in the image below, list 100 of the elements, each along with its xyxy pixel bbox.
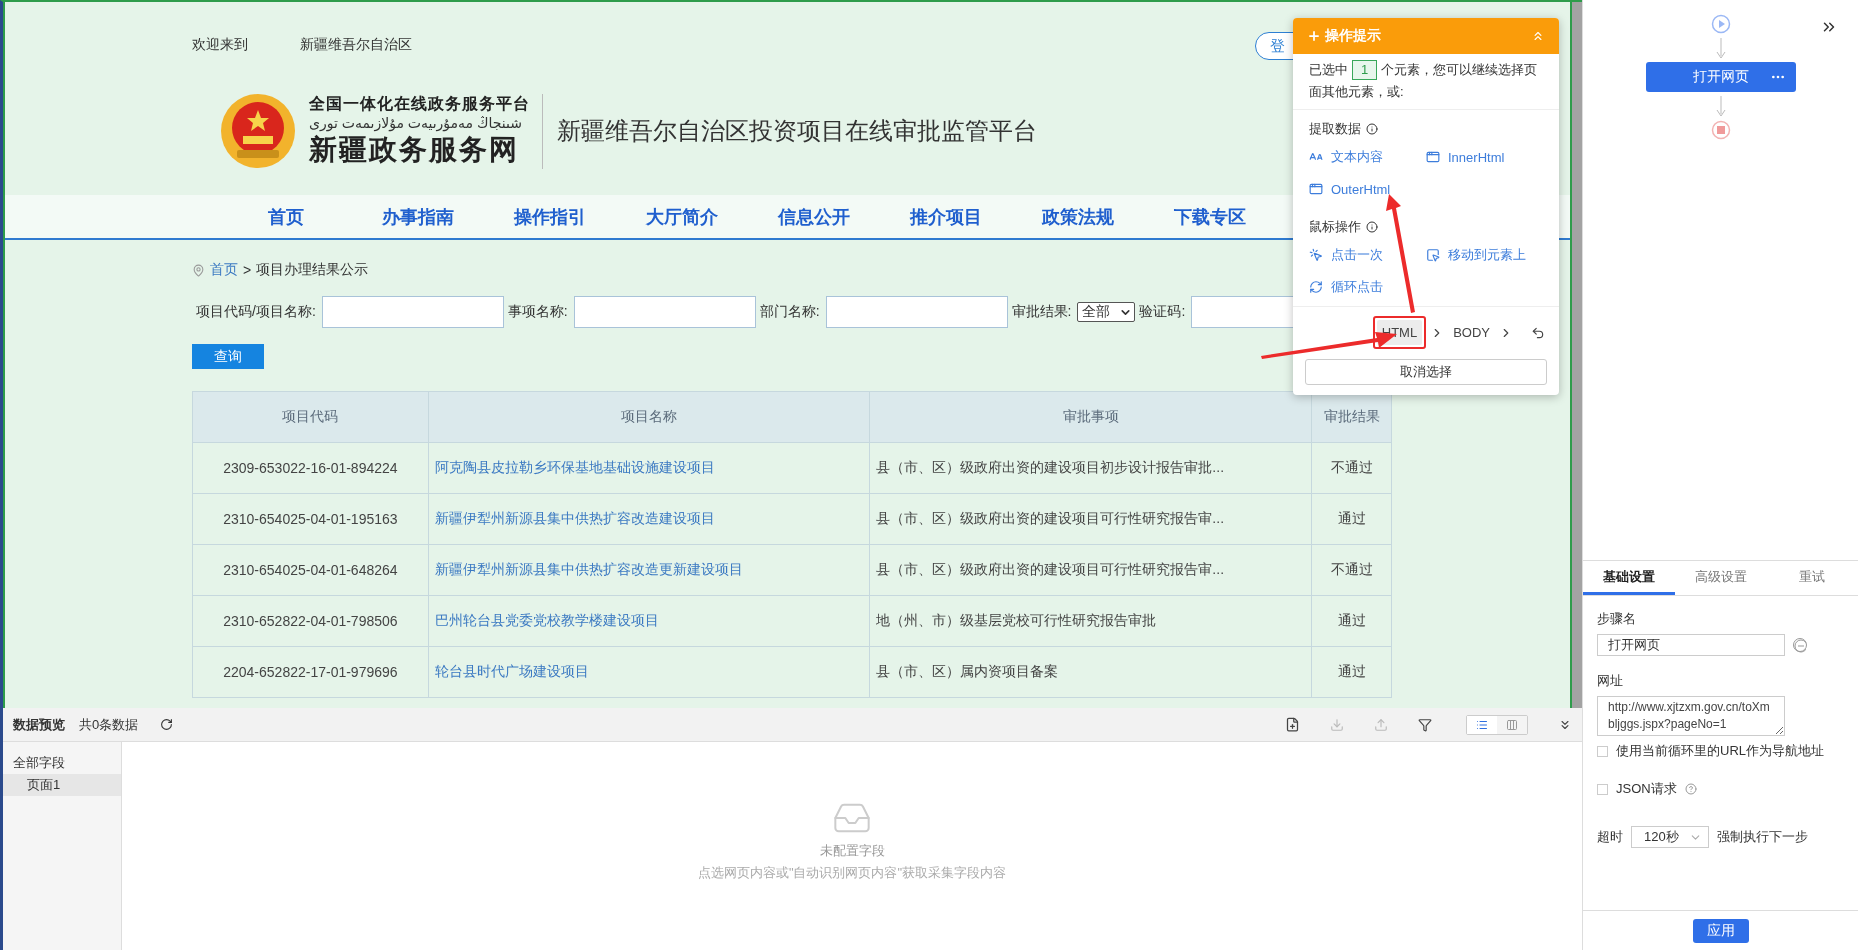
- settings-tab[interactable]: 高级设置: [1674, 561, 1767, 595]
- checkbox[interactable]: [1597, 745, 1608, 757]
- cancel-button[interactable]: 取消选择: [1305, 359, 1547, 385]
- field-label: 审批结果:: [1011, 303, 1072, 321]
- tree-item[interactable]: 页面1: [3, 774, 121, 796]
- window-icon: [1426, 150, 1440, 164]
- field-label: 超时: [1597, 828, 1623, 846]
- refresh-icon[interactable]: [160, 718, 174, 731]
- action-link[interactable]: 循环点击: [1309, 274, 1426, 300]
- input-field[interactable]: [825, 296, 1008, 328]
- empty-hint: 点选网页内容或"自动识别网页内容"获取采集字段内容: [697, 864, 1007, 882]
- breadcrumb-current: 项目办理结果公示: [256, 261, 369, 279]
- upload-icon[interactable]: [1374, 717, 1388, 732]
- view-switch[interactable]: [1466, 714, 1528, 735]
- tree-item[interactable]: 全部字段: [3, 752, 121, 774]
- home-link[interactable]: 首页: [210, 261, 238, 279]
- help-icon[interactable]: [1684, 783, 1697, 795]
- project-link[interactable]: 轮台县时代广场建设项目: [434, 663, 589, 679]
- nav-link[interactable]: 信息公开: [748, 204, 880, 229]
- field-label: 部门名称:: [759, 303, 820, 321]
- table-cell: 县（市、区）属内资项目备案: [869, 646, 1312, 698]
- connector-arrow: [1715, 36, 1726, 60]
- nav-link[interactable]: 大厅简介: [616, 204, 748, 229]
- welcome-text: 欢迎来到: [192, 36, 248, 54]
- undo-icon[interactable]: [1531, 325, 1545, 340]
- columns-icon: [1506, 718, 1518, 731]
- query-button[interactable]: 查询: [192, 344, 264, 369]
- checkbox-label: 使用当前循环里的URL作为导航地址: [1616, 742, 1824, 760]
- input-field[interactable]: [573, 296, 756, 328]
- window-icon: [1309, 182, 1323, 196]
- section-title: 提取数据: [1309, 120, 1361, 138]
- info-icon: [1366, 221, 1378, 233]
- field-label: 网址: [1597, 672, 1624, 690]
- table-cell: 2309-653022-16-01-894224: [192, 442, 429, 494]
- scrollbar[interactable]: [1572, 2, 1582, 708]
- click-icon: [1309, 248, 1323, 262]
- project-link[interactable]: 新疆伊犁州新源县集中供热扩容改造更新建设项目: [434, 561, 743, 577]
- add-file-icon[interactable]: [1285, 717, 1300, 732]
- nav-link[interactable]: 推介项目: [880, 204, 1012, 229]
- table-cell: 不通过: [1311, 442, 1392, 494]
- input-field[interactable]: [321, 296, 504, 328]
- api-icon[interactable]: [1794, 639, 1806, 653]
- info-icon: [1366, 123, 1378, 135]
- filter-icon[interactable]: [1418, 717, 1432, 732]
- checkbox[interactable]: [1597, 783, 1608, 795]
- checkbox-label: JSON请求: [1616, 780, 1677, 798]
- url-field[interactable]: http://www.xjtzxm.gov.cn/toXmbljggs.jspx?pageNo=1: [1597, 696, 1785, 736]
- pointer-icon: [1426, 248, 1440, 262]
- region-text: 新疆维吾尔自治区: [300, 36, 412, 54]
- loop-icon: [1309, 280, 1323, 294]
- table-cell: 县（市、区）级政府出资的建设项目可行性研究报告审...: [869, 493, 1312, 545]
- section-title: 鼠标操作: [1309, 218, 1361, 236]
- table-cell: 2310-654025-04-01-648264: [192, 544, 429, 596]
- settings-tab[interactable]: 重试: [1766, 561, 1858, 595]
- breadcrumb-separator: >: [243, 262, 252, 278]
- table-cell: 2310-654025-04-01-195163: [192, 493, 429, 545]
- column-header: 项目代码: [192, 391, 429, 443]
- logo-name: 新疆政务服务网: [309, 132, 519, 167]
- table-cell: 2204-652822-17-01-979696: [192, 646, 429, 698]
- table-cell: 通过: [1311, 646, 1392, 698]
- path-item[interactable]: BODY: [1448, 320, 1495, 345]
- result-select[interactable]: 全部: [1077, 302, 1136, 322]
- platform-title: 新疆维吾尔自治区投资项目在线审批监管平台: [557, 116, 1037, 146]
- table-cell: 2310-652822-04-01-798506: [192, 595, 429, 647]
- plus-icon: [1307, 29, 1321, 43]
- action-link[interactable]: InnerHtml: [1426, 144, 1543, 170]
- field-label: 事项名称:: [507, 303, 568, 321]
- table-cell: 不通过: [1311, 544, 1392, 596]
- table-cell: 地（州、市）级基层党校可行性研究报告审批: [869, 595, 1312, 647]
- project-link[interactable]: 阿克陶县皮拉勒乡环保基地基础设施建设项目: [434, 459, 715, 475]
- popup-title: 操作提示: [1325, 27, 1381, 45]
- action-link[interactable]: OuterHtml: [1309, 176, 1426, 202]
- table-cell: 通过: [1311, 493, 1392, 545]
- column-header: 审批事项: [869, 391, 1312, 443]
- logo-title: 全国一体化在线政务服务平台: [309, 93, 530, 114]
- nav-link[interactable]: 办事指南: [352, 204, 484, 229]
- project-link[interactable]: 新疆伊犁州新源县集中供热扩容改造建设项目: [434, 510, 715, 526]
- empty-title: 未配置字段: [819, 842, 885, 860]
- action-link[interactable]: 点击一次: [1309, 242, 1426, 268]
- view-toggle[interactable]: [1467, 715, 1497, 734]
- apply-button[interactable]: 应用: [1692, 918, 1749, 943]
- location-icon: [192, 263, 205, 277]
- timeout-hint: 强制执行下一步: [1717, 828, 1808, 846]
- nav-link[interactable]: 操作指引: [484, 204, 616, 229]
- field-label: 项目代码/项目名称:: [196, 303, 316, 321]
- preview-title: 数据预览: [13, 715, 65, 734]
- nav-link[interactable]: 政策法规: [1012, 204, 1144, 229]
- action-link[interactable]: 文本内容: [1309, 144, 1426, 170]
- step-node[interactable]: 打开网页: [1645, 62, 1796, 92]
- start-icon: [1710, 14, 1731, 34]
- table-cell: 县（市、区）级政府出资的建设项目初步设计报告审批...: [869, 442, 1312, 494]
- step-name-field[interactable]: 打开网页: [1597, 634, 1785, 656]
- nav-link[interactable]: 首页: [220, 204, 352, 229]
- download-icon[interactable]: [1330, 717, 1344, 732]
- action-link[interactable]: 移动到元素上: [1426, 242, 1543, 268]
- nav-link[interactable]: 下载专区: [1144, 204, 1276, 229]
- project-link[interactable]: 巴州轮台县党委党校教学楼建设项目: [434, 612, 659, 628]
- stop-icon: [1710, 120, 1731, 140]
- settings-tab[interactable]: 基础设置: [1583, 561, 1675, 595]
- timeout-select[interactable]: 120秒: [1631, 826, 1709, 848]
